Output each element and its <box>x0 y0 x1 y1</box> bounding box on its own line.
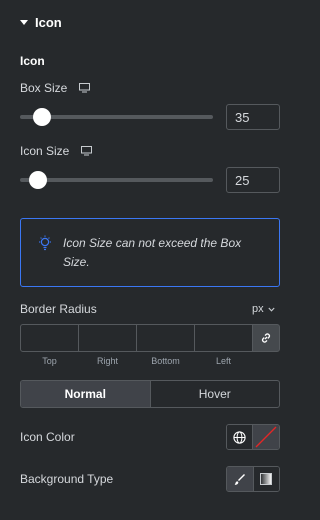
radius-top-label: Top <box>42 356 57 366</box>
gradient-icon <box>260 473 273 485</box>
icon-size-slider[interactable] <box>20 171 213 189</box>
globe-icon <box>233 430 246 444</box>
lightbulb-icon <box>39 235 51 251</box>
radius-right-input[interactable] <box>78 324 137 352</box>
box-size-input[interactable]: 35 <box>226 104 280 130</box>
classic-background-button[interactable] <box>227 467 253 491</box>
icon-size-input[interactable]: 25 <box>226 167 280 193</box>
box-size-slider[interactable] <box>20 108 213 126</box>
notice-text: Icon Size can not exceed the Box Size. <box>63 236 242 269</box>
desktop-icon[interactable] <box>79 83 91 93</box>
radius-right-label: Right <box>96 356 118 366</box>
desktop-icon[interactable] <box>81 146 93 156</box>
units-dropdown[interactable]: px <box>252 303 275 315</box>
box-size-label-row: Box Size <box>20 81 91 95</box>
brush-icon <box>234 473 246 485</box>
radius-top-input[interactable] <box>20 324 79 352</box>
tab-hover[interactable]: Hover <box>149 381 280 407</box>
link-values-button[interactable] <box>252 324 280 352</box>
radius-bottom-label: Bottom <box>151 356 180 366</box>
color-picker-swatch[interactable] <box>252 425 279 449</box>
slider-track[interactable] <box>20 178 213 182</box>
border-radius-label: Border Radius <box>20 302 97 316</box>
gradient-background-button[interactable] <box>252 467 279 491</box>
tab-normal[interactable]: Normal <box>21 381 150 407</box>
radius-left-input[interactable] <box>194 324 253 352</box>
box-size-label: Box Size <box>20 81 68 95</box>
subheading: Icon <box>20 54 45 68</box>
background-type-controls <box>226 466 280 492</box>
icon-color-controls <box>226 424 280 450</box>
radius-left-label: Left <box>215 356 231 366</box>
chevron-down-icon <box>268 307 275 312</box>
section-title: Icon <box>35 14 62 30</box>
section-header[interactable]: Icon <box>20 13 62 31</box>
no-color-slash-icon <box>255 426 277 448</box>
icon-size-label-row: Icon Size <box>20 144 93 158</box>
border-radius-inputs <box>20 324 280 352</box>
state-tabs: Normal Hover <box>20 380 280 408</box>
icon-color-label: Icon Color <box>20 430 75 444</box>
caret-down-icon <box>20 19 28 25</box>
global-colors-button[interactable] <box>227 425 252 449</box>
units-value: px <box>252 303 264 315</box>
info-notice: Icon Size can not exceed the Box Size. <box>20 218 280 287</box>
icon-size-label: Icon Size <box>20 144 70 158</box>
background-type-label: Background Type <box>20 472 114 486</box>
slider-thumb[interactable] <box>28 171 47 189</box>
radius-bottom-input[interactable] <box>136 324 195 352</box>
link-icon <box>261 333 271 343</box>
slider-thumb[interactable] <box>32 108 51 126</box>
